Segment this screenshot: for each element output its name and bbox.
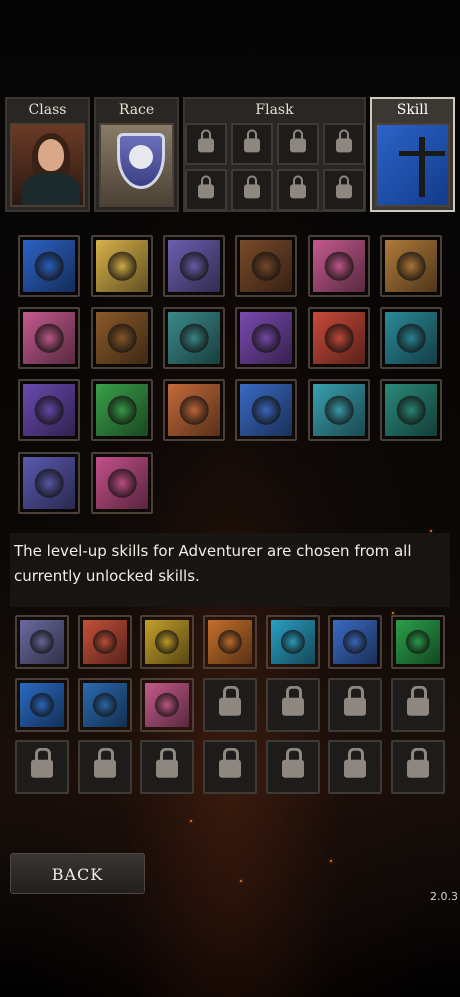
padlock-icon <box>344 685 366 716</box>
tab-class[interactable]: Class <box>5 97 90 212</box>
padlock-icon <box>219 685 241 716</box>
padlock-icon <box>407 685 429 716</box>
ember-particle <box>190 820 192 822</box>
back-button[interactable]: BACK <box>10 853 145 894</box>
padlock-icon <box>290 175 306 199</box>
skill-description: The level-up skills for Adventurer are c… <box>10 533 450 607</box>
locked-skill-slot <box>266 740 320 794</box>
version-label: 2.0.3 <box>430 890 458 903</box>
grasping-hand-icon[interactable] <box>380 379 442 441</box>
padlock-icon <box>94 747 116 778</box>
skeleton-warrior-icon[interactable] <box>380 235 442 297</box>
ember-particle <box>330 860 332 862</box>
round-shield-icon[interactable] <box>91 379 153 441</box>
padlock-icon <box>219 747 241 778</box>
description-line-1: The level-up skills for Adventurer are c… <box>14 542 412 560</box>
beetle-shell-icon[interactable] <box>91 235 153 297</box>
adventurer-portrait-icon <box>10 123 85 207</box>
padlock-icon <box>336 129 352 153</box>
locked-flask-slot <box>185 123 227 165</box>
padlock-icon <box>407 747 429 778</box>
knight-shield-icon[interactable] <box>140 615 194 669</box>
tab-class-label: Class <box>28 102 67 118</box>
locked-skill-slot <box>328 678 382 732</box>
fireball-icon[interactable] <box>308 307 370 369</box>
locked-flask-slot <box>277 123 319 165</box>
potion-bag-icon[interactable] <box>140 678 194 732</box>
flask-slots <box>185 123 365 211</box>
skeleton-icon[interactable] <box>266 615 320 669</box>
skill-figure-icon <box>375 123 450 207</box>
locked-skill-slot <box>328 740 382 794</box>
padlock-icon <box>156 747 178 778</box>
dark-wanderer-icon[interactable] <box>235 307 297 369</box>
ember-particle <box>392 612 394 614</box>
locked-skill-slot <box>140 740 194 794</box>
race-crest-icon <box>99 123 174 207</box>
ember-particle <box>240 880 242 882</box>
reaching-hand-icon[interactable] <box>18 379 80 441</box>
padlock-icon <box>336 175 352 199</box>
locked-skill-slot <box>78 740 132 794</box>
bandaged-skull-icon[interactable] <box>163 235 225 297</box>
hand-coin-icon[interactable] <box>18 307 80 369</box>
locked-skill-slot <box>15 740 69 794</box>
padlock-icon <box>198 175 214 199</box>
locked-skill-slot <box>203 740 257 794</box>
ember-particle <box>430 530 432 532</box>
crossed-swords-icon[interactable] <box>15 615 69 669</box>
potion-hand-icon[interactable] <box>18 452 80 514</box>
padlock-icon <box>282 747 304 778</box>
padlock-icon <box>198 129 214 153</box>
tab-flask-label: Flask <box>255 102 294 118</box>
coin-pile-icon[interactable] <box>91 307 153 369</box>
locked-flask-slot <box>323 123 365 165</box>
locked-skill-slot <box>203 678 257 732</box>
padlock-icon <box>344 747 366 778</box>
padlock-icon <box>282 685 304 716</box>
locked-skill-slot <box>391 740 445 794</box>
spellbook-icon[interactable] <box>380 307 442 369</box>
padlock-icon <box>244 129 260 153</box>
locked-flask-slot <box>323 169 365 211</box>
tab-skill[interactable]: Skill <box>370 97 455 212</box>
book-flame-icon[interactable] <box>78 615 132 669</box>
padlock-icon <box>31 747 53 778</box>
padlock-icon <box>290 129 306 153</box>
puppet-skill-icon[interactable] <box>18 235 80 297</box>
locked-flask-slot <box>231 123 273 165</box>
blue-dagger-icon[interactable] <box>15 678 69 732</box>
hooded-summoner-icon[interactable] <box>308 235 370 297</box>
padlock-icon <box>244 175 260 199</box>
locked-flask-slot <box>277 169 319 211</box>
tab-skill-label: Skill <box>396 102 429 118</box>
serpent-dagger-icon[interactable] <box>308 379 370 441</box>
locked-flask-slot <box>185 169 227 211</box>
golden-staff-icon[interactable] <box>91 452 153 514</box>
tab-race-label: Race <box>118 102 155 118</box>
locked-skill-slot <box>266 678 320 732</box>
chained-door-icon[interactable] <box>235 235 297 297</box>
battle-axe-icon[interactable] <box>163 379 225 441</box>
locked-flask-slot <box>231 169 273 211</box>
scattered-coins-icon[interactable] <box>235 379 297 441</box>
meditating-figure-icon[interactable] <box>391 615 445 669</box>
locked-skill-slot <box>391 678 445 732</box>
tab-race[interactable]: Race <box>94 97 179 212</box>
iron-shield-icon[interactable] <box>78 678 132 732</box>
blue-potion-icon[interactable] <box>328 615 382 669</box>
woman-portrait-icon[interactable] <box>163 307 225 369</box>
description-line-2: currently unlocked skills. <box>14 567 200 585</box>
bomb-icon[interactable] <box>203 615 257 669</box>
